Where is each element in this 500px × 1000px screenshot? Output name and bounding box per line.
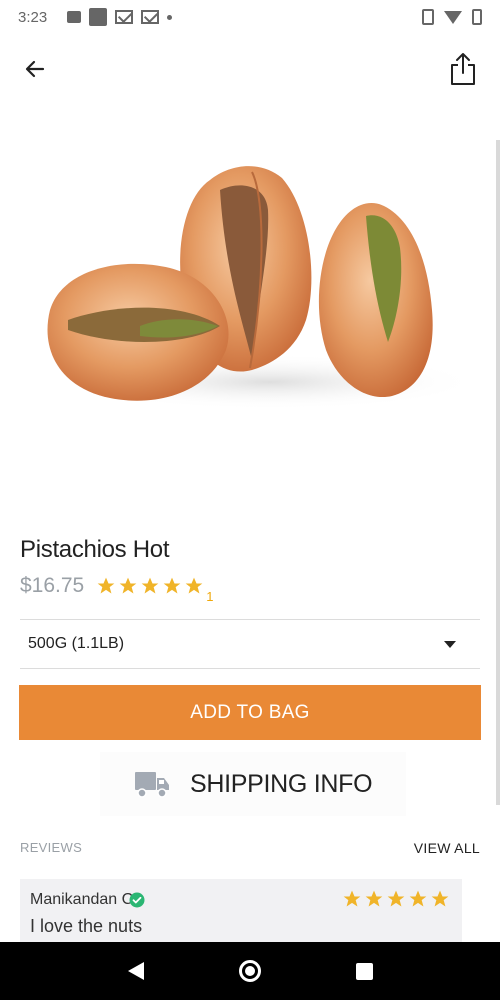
- image-icon: [67, 11, 82, 23]
- reviews-heading: REVIEWS: [20, 840, 83, 855]
- system-nav-bar: [0, 942, 500, 1000]
- view-all-reviews-link[interactable]: VIEW ALL: [414, 840, 480, 856]
- truck-icon: [135, 772, 169, 798]
- reviewer-name: Manikandan C.: [30, 891, 138, 908]
- share-button[interactable]: [446, 50, 480, 88]
- status-time: 3:23: [18, 8, 48, 26]
- battery-icon: [472, 9, 482, 25]
- review-text: I love the nuts: [30, 916, 143, 936]
- star-icon: [365, 890, 383, 907]
- star-icon: [387, 890, 405, 907]
- star-icon: [431, 890, 449, 907]
- shipping-info-label: SHIPPING INFO: [190, 769, 373, 798]
- shipping-info-button[interactable]: SHIPPING INFO: [100, 752, 406, 816]
- star-icon: [343, 890, 361, 907]
- star-icon: [163, 577, 181, 594]
- product-title: Pistachios Hot: [20, 536, 170, 563]
- back-button[interactable]: [18, 52, 52, 86]
- product-rating-stars: [96, 576, 204, 596]
- square-icon: [89, 8, 108, 26]
- product-image: [47, 166, 480, 410]
- star-icon: [119, 577, 137, 594]
- nav-home-icon[interactable]: [238, 960, 261, 982]
- variant-dropdown[interactable]: 500G (1.1LB): [20, 619, 480, 669]
- gmail-icon: [141, 10, 160, 24]
- review-card: Manikandan C. I love the nuts: [20, 879, 462, 944]
- status-bar: 3:23: [0, 0, 500, 34]
- dot-icon: [167, 14, 173, 20]
- wifi-icon: [444, 10, 462, 24]
- add-to-bag-button[interactable]: ADD TO BAG: [19, 685, 481, 740]
- arrow-left-icon: [25, 60, 45, 78]
- nav-back-icon[interactable]: [127, 962, 144, 980]
- gmail-icon: [115, 10, 134, 24]
- price-rating-row: $16.75 1: [20, 574, 213, 604]
- rating-count[interactable]: 1: [206, 589, 213, 604]
- star-icon: [185, 577, 203, 594]
- star-icon: [141, 577, 159, 594]
- chevron-down-icon: [444, 640, 456, 648]
- verified-check-icon: [129, 892, 145, 908]
- star-icon: [97, 577, 115, 594]
- scrollbar[interactable]: [496, 140, 500, 805]
- share-icon: [451, 53, 475, 85]
- review-rating-stars: [342, 889, 450, 909]
- variant-selected-value: 500G (1.1LB): [28, 635, 125, 652]
- vibrate-icon: [422, 9, 434, 25]
- star-icon: [409, 890, 427, 907]
- pistachio-nut: [318, 203, 433, 398]
- nav-recents-icon[interactable]: [355, 962, 373, 980]
- pistachio-nut: [47, 263, 229, 401]
- product-price: $16.75: [20, 574, 85, 597]
